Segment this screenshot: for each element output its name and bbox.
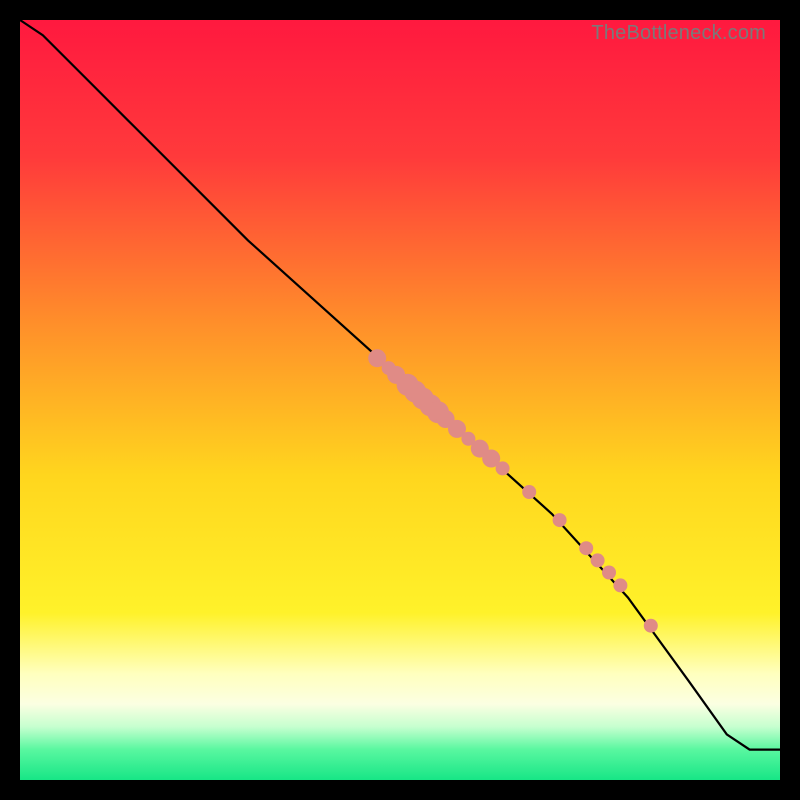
data-point xyxy=(613,578,627,592)
dot-layer xyxy=(368,349,658,633)
data-point xyxy=(496,461,510,475)
data-point xyxy=(553,513,567,527)
data-point xyxy=(522,485,536,499)
chart-svg xyxy=(20,20,780,780)
data-point xyxy=(591,553,605,567)
data-point xyxy=(579,541,593,555)
plot-area: TheBottleneck.com xyxy=(20,20,780,780)
outer-frame: TheBottleneck.com xyxy=(0,0,800,800)
data-point xyxy=(644,619,658,633)
data-point xyxy=(602,566,616,580)
